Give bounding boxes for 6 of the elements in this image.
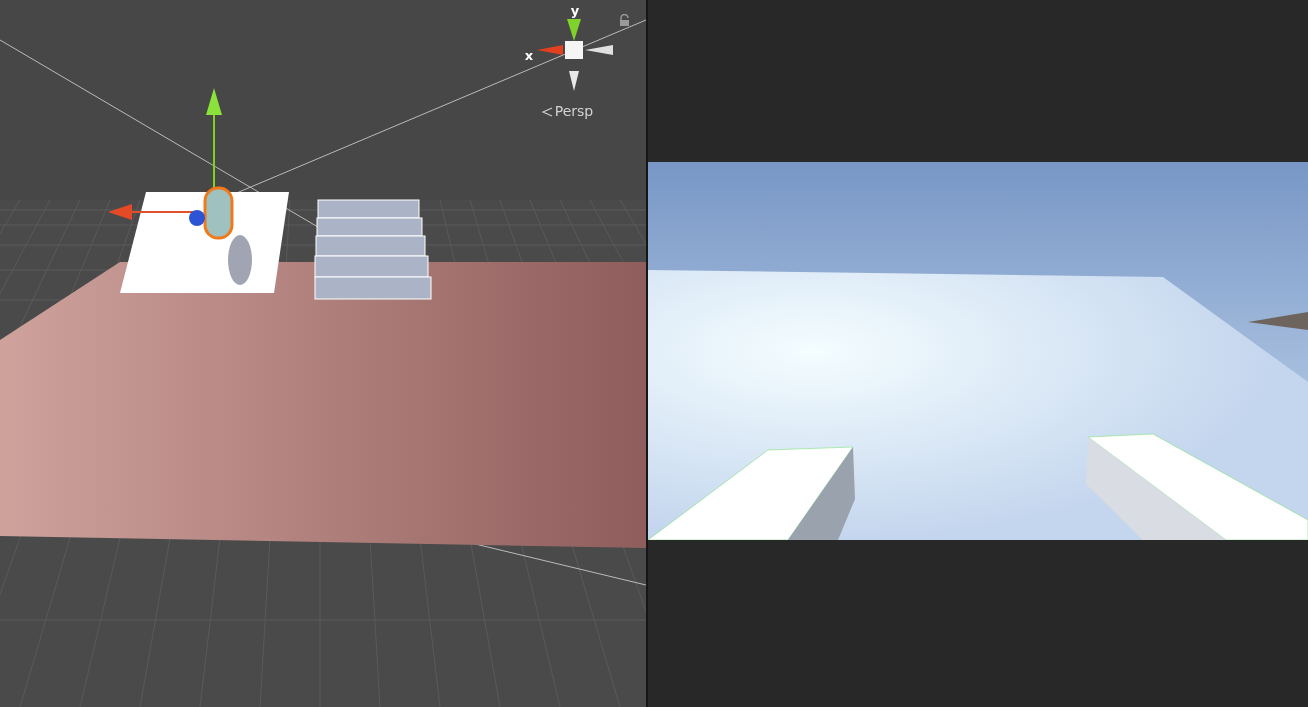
lock-icon[interactable] (619, 14, 630, 26)
orientation-gizmo-icon[interactable] (537, 19, 614, 91)
projection-label[interactable]: Persp (554, 101, 594, 122)
chevron-left-icon[interactable] (540, 105, 553, 118)
axis-label: y (570, 4, 580, 17)
axis-label: x (524, 48, 534, 62)
